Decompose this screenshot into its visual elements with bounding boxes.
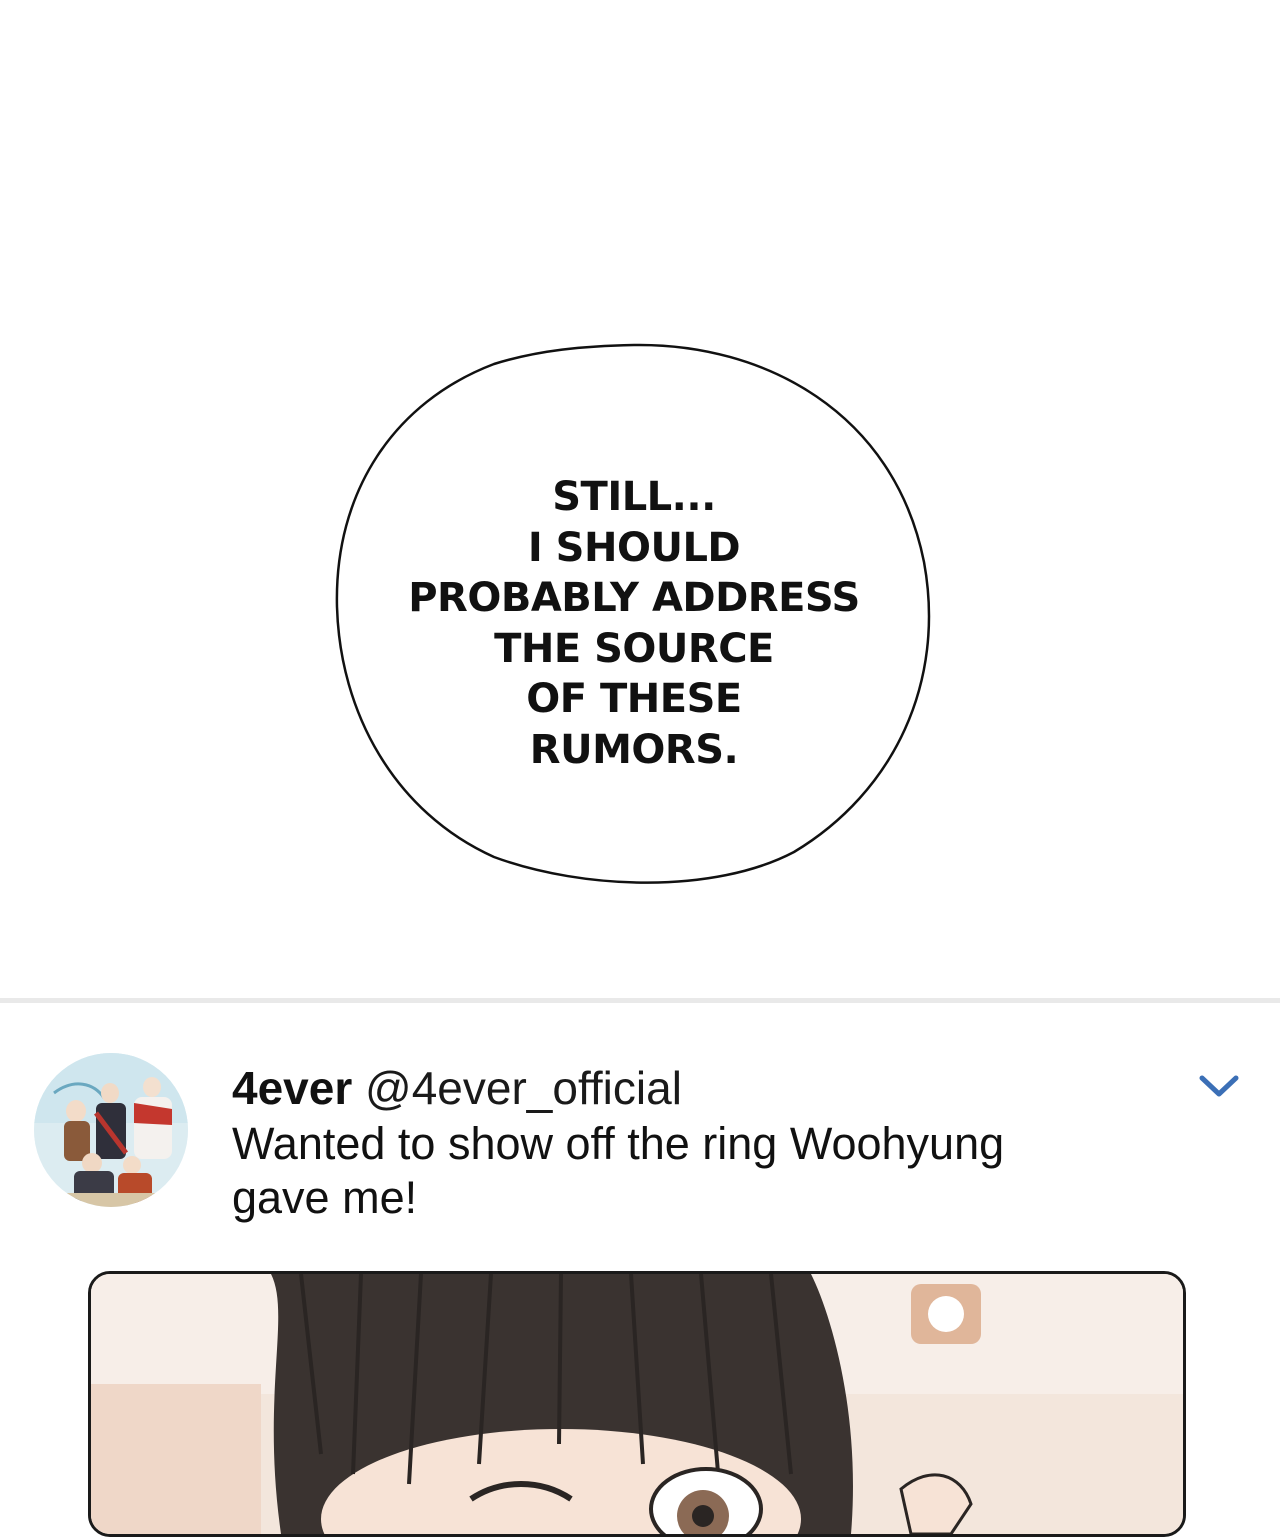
bubble-line: STILL... [552, 474, 716, 520]
tweet-author[interactable]: 4ever @4ever_official [232, 1061, 682, 1115]
chevron-down-icon[interactable] [1196, 1071, 1242, 1101]
bubble-line: OF THESE [526, 676, 742, 722]
bubble-line: THE SOURCE [494, 625, 774, 672]
avatar-illustration [34, 1053, 188, 1207]
comic-panel: STILL... I SHOULD PROBABLY ADDRESS THE S… [0, 0, 1280, 1000]
tweet-media-image[interactable] [88, 1271, 1186, 1537]
tweet-text-line: gave me! [232, 1172, 418, 1223]
bubble-line: I SHOULD [527, 524, 741, 571]
tweet-text-line: Wanted to show off the ring Woohyung [232, 1118, 1005, 1169]
speech-bubble: STILL... I SHOULD PROBABLY ADDRESS THE S… [334, 342, 934, 886]
bubble-line: RUMORS. [529, 726, 739, 773]
display-name[interactable]: 4ever [232, 1062, 352, 1114]
bubble-text: STILL... I SHOULD PROBABLY ADDRESS THE S… [334, 472, 934, 775]
tweet-text: Wanted to show off the ring Woohyung gav… [232, 1117, 1132, 1225]
avatar[interactable] [34, 1053, 188, 1207]
handle[interactable]: @4ever_official [365, 1062, 682, 1114]
bubble-line: PROBABLY ADDRESS [408, 575, 860, 621]
media-illustration [91, 1274, 1183, 1534]
tweet-card: 4ever @4ever_official Wanted to show off… [0, 1003, 1280, 1537]
